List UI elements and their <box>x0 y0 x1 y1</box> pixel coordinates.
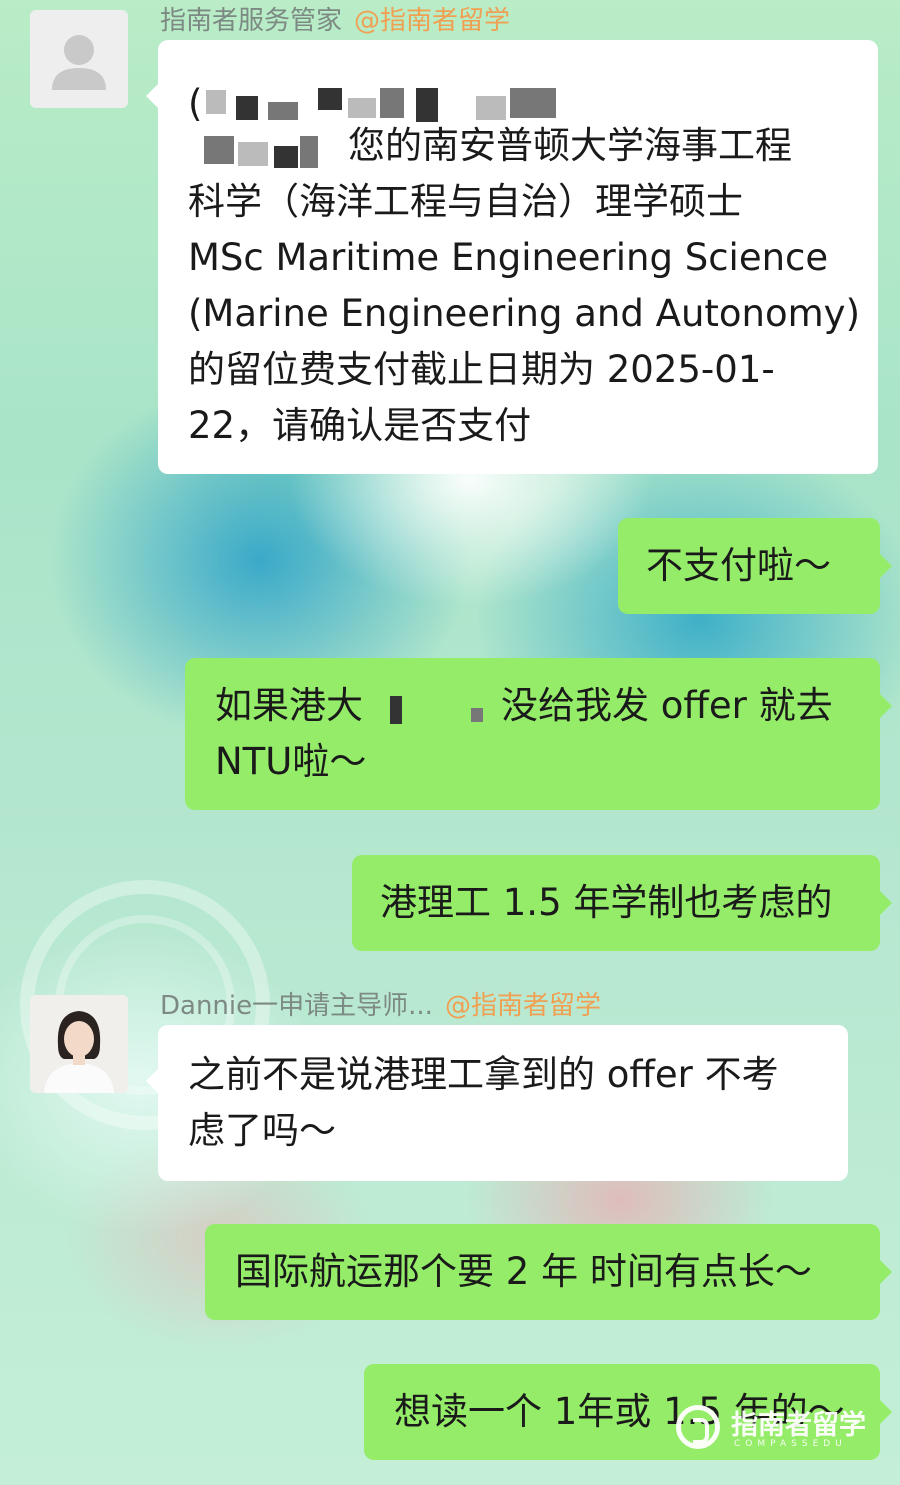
redaction-pixel <box>300 136 318 168</box>
message-line: 之前不是说港理工拿到的 offer 不考 <box>188 1053 779 1096</box>
compass-logo-icon <box>676 1405 720 1449</box>
redaction-pixel <box>416 88 438 122</box>
sender-name: 指南者服务管家 @指南者留学 <box>160 0 510 37</box>
message-text: 港理工 1.5 年学制也考虑的 <box>380 881 833 924</box>
redaction-pixel <box>238 142 268 166</box>
redaction-pixel <box>510 88 556 118</box>
sender-org-tag: @指南者留学 <box>444 991 601 1021</box>
sender-name: Dannie一申请主导师... @指南者留学 <box>160 985 601 1022</box>
redaction-pixel <box>318 88 342 110</box>
message-text: 国际航运那个要 2 年 时间有点长～ <box>235 1250 812 1293</box>
message-bubble-outgoing[interactable]: 不支付啦～ <box>618 518 892 614</box>
message-line: 您的南安普顿大学海事工程 <box>348 124 792 167</box>
redaction-pixel <box>268 102 298 120</box>
message-text: 不支付啦～ <box>646 544 831 587</box>
message-line: 虑了吗～ <box>188 1109 336 1152</box>
message-bubble-outgoing[interactable]: 国际航运那个要 2 年 时间有点长～ <box>205 1224 892 1320</box>
sender-name-text: 指南者服务管家 <box>160 6 343 36</box>
message-line: 22，请确认是否支付 <box>188 404 532 447</box>
message-line: 的留位费支付截止日期为 2025-01- <box>188 348 775 391</box>
sender-name-text: Dannie一申请主导师... <box>160 991 433 1021</box>
redaction-pixel <box>274 146 298 168</box>
message-line: (Marine Engineering and Autonomy) <box>188 292 860 335</box>
message-bubble-outgoing[interactable]: 港理工 1.5 年学制也考虑的 <box>352 855 892 951</box>
message-bubble-incoming[interactable]: 之前不是说港理工拿到的 offer 不考 虑了吗～ <box>146 1025 848 1181</box>
redaction-pixel <box>236 96 258 120</box>
redaction-pixel <box>204 136 234 164</box>
watermark-sub-text: COMPASSEDU <box>734 1439 847 1449</box>
message-line: MSc Maritime Engineering Science <box>188 236 829 279</box>
redaction-pixel <box>476 96 506 120</box>
message-line: ( <box>188 82 203 125</box>
brand-watermark: 指南者留学 COMPASSEDU <box>676 1395 876 1465</box>
sender-org-tag: @指南者留学 <box>354 6 511 36</box>
default-avatar-icon[interactable] <box>30 10 128 108</box>
message-line: 科学（海洋工程与自治）理学硕士 <box>188 180 743 223</box>
message-bubble-incoming[interactable]: ( 您的南安普顿大学海事工程 科学（海洋工程与自治）理学硕士 MSc Marit… <box>146 40 878 474</box>
advisor-avatar-photo[interactable] <box>30 995 128 1093</box>
watermark-brand-text: 指南者留学 <box>731 1410 866 1441</box>
message-line: 没给我发 offer 就去 <box>501 684 833 727</box>
redaction-pixel <box>380 88 404 118</box>
message-line: NTU啦～ <box>215 740 367 783</box>
redaction-pixel <box>206 90 226 114</box>
message-line: 如果港大 <box>215 684 363 727</box>
redaction-pixel <box>471 708 483 722</box>
redaction-pixel <box>348 98 376 118</box>
redaction-pixel <box>390 696 402 724</box>
message-bubble-outgoing[interactable]: 如果港大 没给我发 offer 就去 NTU啦～ <box>185 658 892 810</box>
